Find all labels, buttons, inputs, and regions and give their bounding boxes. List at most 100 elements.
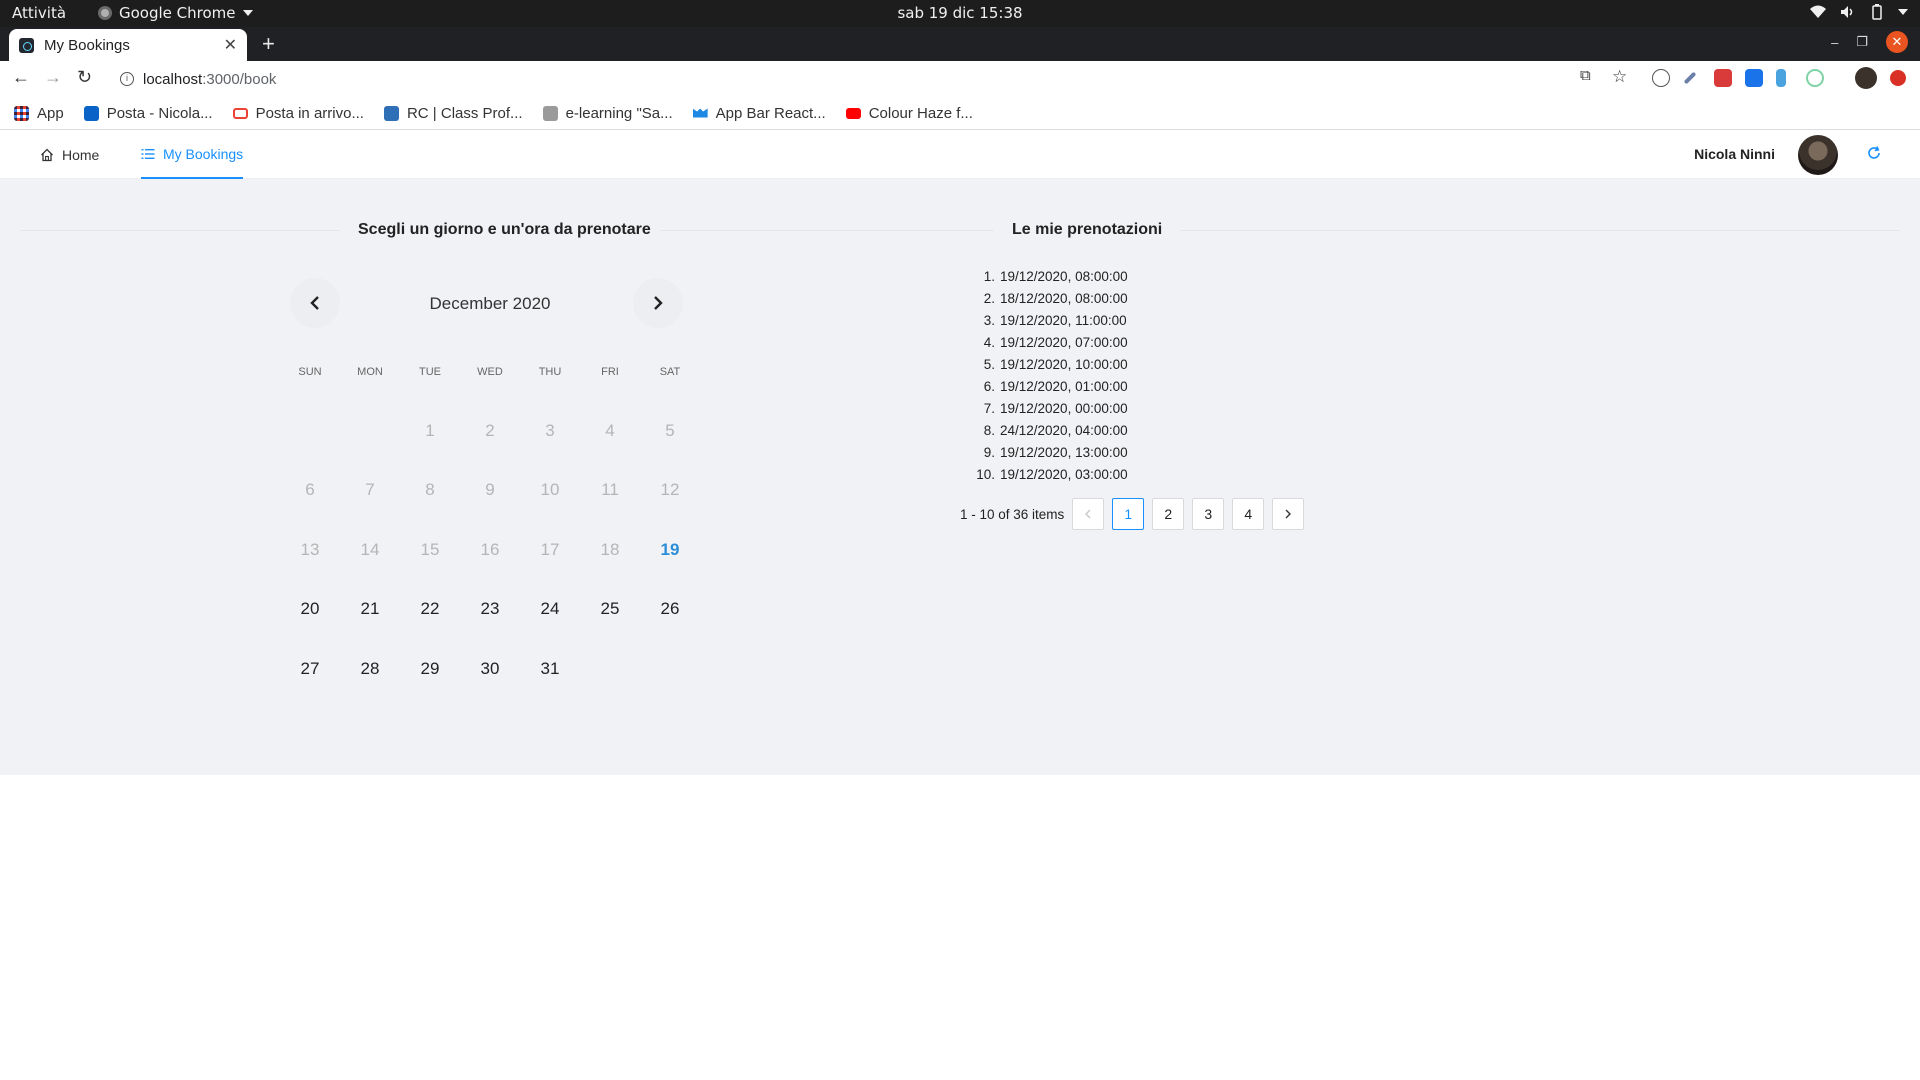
pagination-page-3[interactable]: 3 (1192, 498, 1225, 530)
next-month-button[interactable] (633, 278, 683, 328)
mui-icon (692, 108, 708, 118)
bookmark-star-icon[interactable]: ☆ (1612, 67, 1627, 87)
refresh-icon[interactable] (1866, 145, 1882, 161)
bookmarks-bar: App Posta - Nicola... Posta in arrivo...… (0, 97, 1920, 130)
battery-icon (1872, 4, 1882, 20)
calendar-day[interactable]: 21 (340, 580, 400, 640)
extension-red-icon[interactable] (1714, 69, 1732, 87)
pagination-next-button[interactable] (1272, 498, 1305, 530)
window-controls: – ❐ ✕ (1831, 31, 1908, 53)
extension-blue-icon[interactable] (1745, 69, 1763, 87)
bookmark-item[interactable]: Posta in arrivo... (232, 105, 364, 122)
apps-grid-icon (14, 105, 29, 121)
calendar-day[interactable]: 24 (520, 580, 580, 640)
system-tray[interactable] (1810, 4, 1908, 20)
back-icon[interactable]: ← (12, 67, 30, 88)
bookmark-item[interactable]: Posta - Nicola... (83, 105, 213, 122)
home-icon (41, 148, 53, 162)
calendar-day[interactable]: 28 (340, 639, 400, 699)
bookmark-item[interactable]: App Bar React... (692, 104, 826, 122)
calendar-day[interactable]: 30 (460, 639, 520, 699)
calendar-day-today[interactable]: 19 (640, 520, 700, 580)
avatar[interactable] (1798, 135, 1838, 175)
calendar-day[interactable]: 31 (520, 639, 580, 699)
weekday-label: SUN (298, 366, 322, 378)
tab-close-icon[interactable]: ✕ (224, 35, 237, 55)
extension-green-icon[interactable] (1806, 69, 1824, 87)
calendar-day[interactable]: 25 (580, 580, 640, 640)
booking-datetime: 19/12/2020, 00:00:00 (1000, 400, 1128, 416)
app-menu[interactable]: Google Chrome (98, 4, 253, 22)
weekday-label: MON (357, 366, 383, 378)
window-close-icon[interactable]: ✕ (1886, 31, 1908, 53)
calendar-day[interactable]: 23 (460, 580, 520, 640)
bookmark-item[interactable]: App (14, 105, 64, 122)
app-navbar: Home My Bookings Nicola Ninni (0, 131, 1920, 179)
booking-item: 6. 19/12/2020, 01:00:00 (968, 375, 1268, 397)
wifi-icon (1810, 5, 1826, 18)
outlook-icon (83, 105, 99, 121)
bookmark-label: App Bar React... (715, 104, 826, 122)
calendar-day[interactable]: 22 (400, 580, 460, 640)
pagination-page-4[interactable]: 4 (1232, 498, 1265, 530)
pagination-prev-button[interactable] (1072, 498, 1105, 530)
booking-number: 5. (983, 356, 995, 372)
booking-datetime: 19/12/2020, 07:00:00 (1000, 334, 1128, 350)
calendar-day: 7 (365, 480, 375, 500)
forward-icon[interactable]: → (44, 67, 62, 88)
calendar-day[interactable]: 26 (640, 580, 700, 640)
address-bar[interactable]: i localhost:3000/book (110, 64, 1610, 94)
nav-item-my-bookings[interactable]: My Bookings (141, 131, 244, 179)
bookmark-label: App (37, 104, 64, 122)
new-tab-icon[interactable]: + (262, 31, 275, 57)
extension-icon[interactable] (1652, 69, 1670, 87)
chevron-right-icon (1285, 509, 1292, 519)
prev-month-button[interactable] (290, 278, 340, 328)
update-icon[interactable] (1890, 70, 1906, 86)
calendar-day[interactable]: 27 (280, 639, 340, 699)
activities-button[interactable]: Attività (12, 4, 66, 22)
extension-feather-icon[interactable] (1776, 69, 1786, 87)
chevron-right-icon (654, 296, 663, 310)
booking-item: 2. 18/12/2020, 08:00:00 (968, 287, 1268, 309)
eyedropper-icon[interactable] (1683, 71, 1697, 85)
calendar-header: December 2020 (290, 278, 690, 328)
bookings-section-title: Le mie prenotazioni (1012, 221, 1163, 238)
calendar-blank (280, 401, 340, 461)
pagination-page-1[interactable]: 1 (1112, 498, 1145, 530)
reload-icon[interactable]: ↻ (77, 67, 92, 88)
calendar-day: 2 (485, 420, 495, 440)
clock[interactable]: sab 19 dic 15:38 (897, 4, 1022, 22)
calendar-day[interactable]: 29 (400, 639, 460, 699)
restore-icon[interactable]: ❐ (1856, 34, 1868, 50)
url-path: :3000/book (202, 70, 277, 88)
minimize-icon[interactable]: – (1831, 35, 1838, 50)
volume-icon (1841, 6, 1853, 18)
translate-icon[interactable]: ⧉ (1580, 67, 1591, 84)
booking-number: 2. (983, 290, 995, 306)
bookmark-item[interactable]: RC | Class Prof... (383, 105, 523, 122)
calendar-blank (340, 401, 400, 461)
bookmark-item[interactable]: Colour Haze f... (845, 105, 973, 122)
main-content: Scegli un giorno e un'ora da prenotare L… (0, 179, 1920, 775)
calendar-month: December 2020 (429, 294, 551, 313)
calendar-day: 15 (420, 539, 440, 559)
calendar-grid: 1 2 3 4 5 6 7 8 9 10 11 12 13 14 15 16 17 18 19 20 21 22 23 24 2… (280, 401, 700, 699)
bookmark-item[interactable]: e-learning "Sa... (542, 105, 673, 122)
nav-item-home[interactable]: Home (40, 131, 99, 179)
calendar-day[interactable]: 20 (280, 580, 340, 640)
bookings-list: 1. 19/12/2020, 08:00:00 2. 18/12/2020, 08:0… (968, 265, 1268, 485)
nav-item-label: My Bookings (163, 146, 244, 162)
pagination-page-2[interactable]: 2 (1152, 498, 1185, 530)
site-info-icon[interactable]: i (120, 72, 134, 86)
calendar-day: 5 (665, 420, 675, 440)
booking-number: 6. (983, 378, 995, 394)
booking-number: 7. (983, 400, 995, 416)
profile-avatar-icon[interactable] (1855, 67, 1877, 89)
youtube-icon (845, 107, 861, 119)
weekday-label: SAT (659, 366, 681, 378)
user-name: Nicola Ninni (1694, 146, 1775, 162)
caret-down-icon (242, 10, 253, 16)
pagination-total: 1 - 10 of 36 items (960, 506, 1065, 522)
browser-tab[interactable]: My Bookings ✕ (9, 29, 247, 61)
